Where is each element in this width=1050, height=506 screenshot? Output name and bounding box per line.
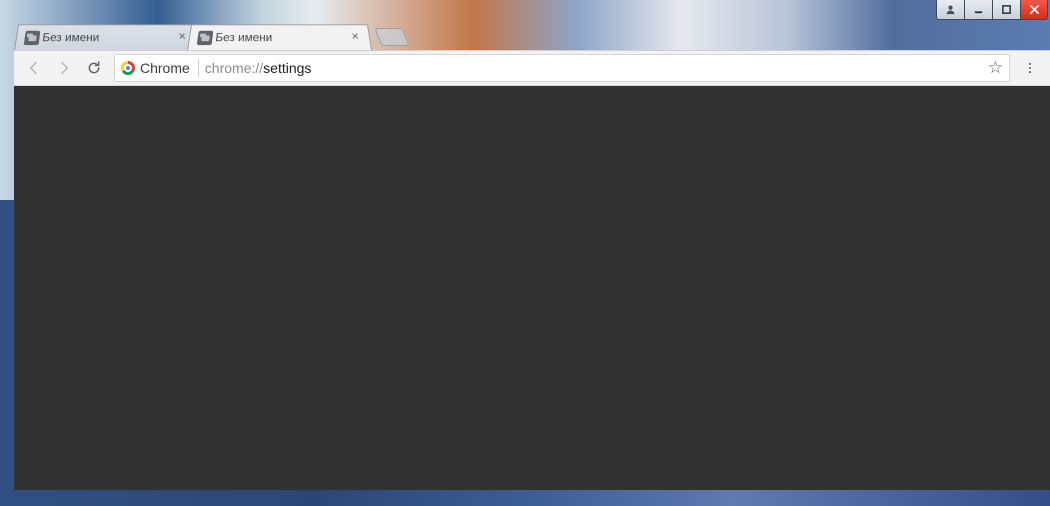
toolbar: Chrome chrome://settings ☆: [14, 50, 1050, 86]
address-bar[interactable]: Chrome chrome://settings ☆: [114, 54, 1010, 82]
reload-button[interactable]: [80, 54, 108, 82]
maximize-button[interactable]: [992, 0, 1020, 20]
arrow-left-icon: [26, 60, 42, 76]
profile-caption-button[interactable]: [936, 0, 964, 20]
tab-inactive[interactable]: Без имени ×: [14, 24, 199, 50]
tab-close-button[interactable]: ×: [176, 32, 189, 43]
kebab-menu-icon: [1023, 61, 1037, 75]
tab-close-button[interactable]: ×: [349, 32, 362, 43]
reload-icon: [86, 60, 102, 76]
back-button[interactable]: [20, 54, 48, 82]
tab-strip: Без имени × Без имени ×: [14, 20, 1050, 50]
minimize-icon: [973, 4, 984, 15]
desktop-background: Без имени × Без имени ×: [0, 0, 1050, 506]
address-chrome-chip: Chrome: [121, 59, 199, 77]
address-bar-actions: ☆: [988, 58, 1003, 78]
address-path: settings: [263, 60, 311, 76]
address-chip-label: Chrome: [140, 60, 190, 76]
new-tab-button[interactable]: [374, 28, 409, 46]
minimize-button[interactable]: [964, 0, 992, 20]
page-content: [14, 86, 1050, 490]
arrow-right-icon: [56, 60, 72, 76]
maximize-icon: [1001, 4, 1012, 15]
address-scheme: chrome://: [205, 60, 263, 76]
tab-title: Без имени: [42, 31, 100, 44]
tab-title: Без имени: [215, 31, 273, 44]
chrome-icon: [121, 61, 135, 75]
tab-active[interactable]: Без имени ×: [187, 24, 372, 50]
address-url: chrome://settings: [205, 60, 312, 76]
user-icon: [945, 4, 956, 15]
close-icon: [1029, 4, 1040, 15]
bookmark-star-button[interactable]: ☆: [988, 58, 1003, 78]
sad-page-icon: [197, 31, 214, 45]
browser-menu-button[interactable]: [1016, 54, 1044, 82]
browser-window: Без имени × Без имени ×: [14, 20, 1050, 490]
sad-page-icon: [24, 31, 41, 45]
close-window-button[interactable]: [1020, 0, 1048, 20]
forward-button[interactable]: [50, 54, 78, 82]
window-caption-buttons: [936, 0, 1048, 20]
